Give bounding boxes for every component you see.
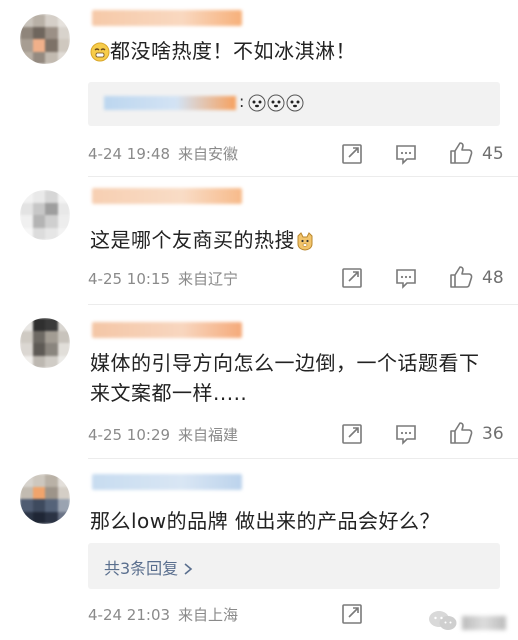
username[interactable] [92, 10, 242, 26]
comment-meta: 4-24 19:48 来自安徽 [88, 143, 238, 164]
divider [88, 176, 518, 177]
avatar[interactable] [20, 14, 70, 64]
location: 来自福建 [178, 426, 239, 444]
like-count: 45 [482, 144, 504, 164]
watermark-text-blur [462, 616, 506, 630]
thumbs-up-icon[interactable] [448, 264, 473, 288]
comment-meta: 4-25 10:29 来自福建 [88, 424, 238, 445]
comment-text: 那么low的品牌 做出来的产品会好么？ [90, 509, 441, 533]
comment-text: 这是哪个友商买的热搜 [90, 225, 315, 259]
timestamp: 4-25 10:15 [88, 270, 171, 288]
quoted-username [104, 96, 236, 110]
share-icon[interactable] [340, 266, 364, 290]
username[interactable] [92, 322, 242, 338]
thumbs-up-icon[interactable] [448, 140, 473, 164]
timestamp: 4-25 10:29 [88, 426, 171, 444]
dog-emoji-icon [248, 94, 306, 116]
doge-emoji-icon [295, 229, 315, 259]
location: 来自上海 [178, 606, 239, 624]
chevron-right-icon [183, 561, 193, 580]
comment-meta: 4-24 21:03 来自上海 [88, 604, 238, 625]
timestamp: 4-24 19:48 [88, 145, 171, 163]
replies-label: 共3条回复 [104, 555, 193, 580]
divider [88, 304, 518, 305]
location: 来自安徽 [178, 145, 239, 163]
share-icon[interactable] [340, 142, 364, 166]
comment-meta: 4-25 10:15 来自辽宁 [88, 268, 238, 289]
avatar[interactable] [20, 474, 70, 524]
quoted-reply-box[interactable]: : [88, 82, 500, 126]
watermark [428, 610, 506, 636]
share-icon[interactable] [340, 422, 364, 446]
comment-text: 都没啥热度！不如冰淇淋！ [90, 36, 356, 70]
wechat-icon [428, 610, 458, 636]
divider [88, 458, 518, 459]
timestamp: 4-24 21:03 [88, 606, 171, 624]
avatar[interactable] [20, 190, 70, 240]
comment-text: 媒体的引导方向怎么一边倒，一个话题看下 来文案都一样..... [90, 351, 480, 405]
smiling-face-icon [90, 40, 110, 70]
comment-icon[interactable] [394, 422, 418, 446]
avatar[interactable] [20, 318, 70, 368]
location: 来自辽宁 [178, 270, 239, 288]
share-icon[interactable] [340, 602, 364, 626]
like-count: 36 [482, 424, 504, 444]
like-count: 48 [482, 268, 504, 288]
comment-icon[interactable] [394, 266, 418, 290]
username[interactable] [92, 188, 242, 204]
view-replies-button[interactable]: 共3条回复 [88, 543, 500, 589]
thumbs-up-icon[interactable] [448, 420, 473, 444]
quote-separator: : [239, 92, 245, 111]
username[interactable] [92, 474, 242, 490]
comment-icon[interactable] [394, 142, 418, 166]
